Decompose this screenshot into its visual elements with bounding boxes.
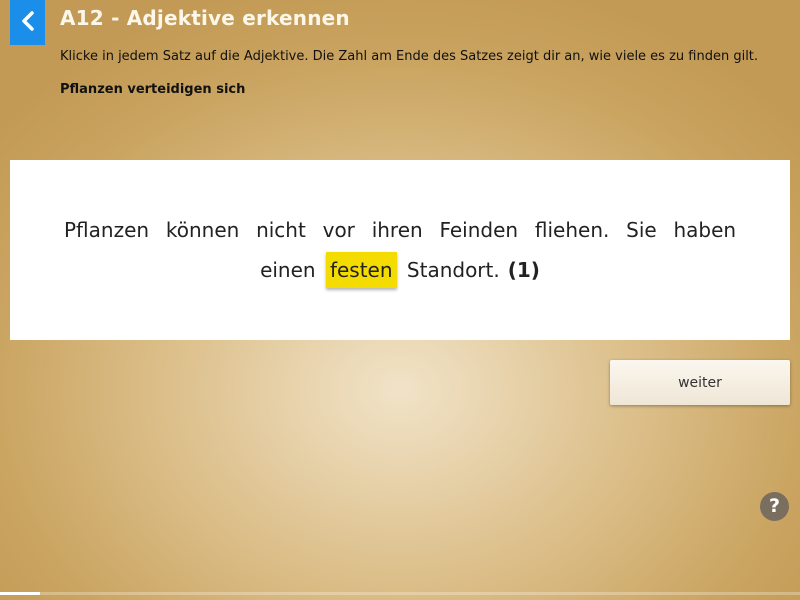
word[interactable]: Standort. <box>407 258 500 282</box>
word[interactable]: Feinden <box>439 218 518 242</box>
back-button[interactable] <box>10 0 45 45</box>
help-button[interactable]: ? <box>760 492 789 521</box>
word[interactable]: können <box>166 218 239 242</box>
page-title: A12 - Adjektive erkennen <box>60 6 350 30</box>
instruction-text: Klicke in jedem Satz auf die Adjektive. … <box>60 49 759 64</box>
word[interactable]: nicht <box>256 218 306 242</box>
word[interactable]: Sie <box>626 218 657 242</box>
word[interactable]: vor <box>323 218 355 242</box>
progress-bar <box>0 592 800 595</box>
adjective-count: (1) <box>507 258 540 282</box>
word[interactable]: haben <box>673 218 736 242</box>
sentence-card: Pflanzen können nicht vor ihren Feinden … <box>10 160 790 340</box>
word-selected[interactable]: festen <box>325 252 397 288</box>
question-mark-icon: ? <box>768 495 781 517</box>
chevron-left-icon <box>20 10 36 36</box>
word[interactable]: Pflanzen <box>64 218 149 242</box>
word[interactable]: ihren <box>372 218 423 242</box>
next-button[interactable]: weiter <box>610 360 790 405</box>
sentence: Pflanzen können nicht vor ihren Feinden … <box>64 210 736 290</box>
exercise-subtitle: Pflanzen verteidigen sich <box>60 82 246 97</box>
word[interactable]: fliehen. <box>535 218 609 242</box>
word[interactable]: einen <box>260 258 316 282</box>
progress-fill <box>0 592 40 595</box>
